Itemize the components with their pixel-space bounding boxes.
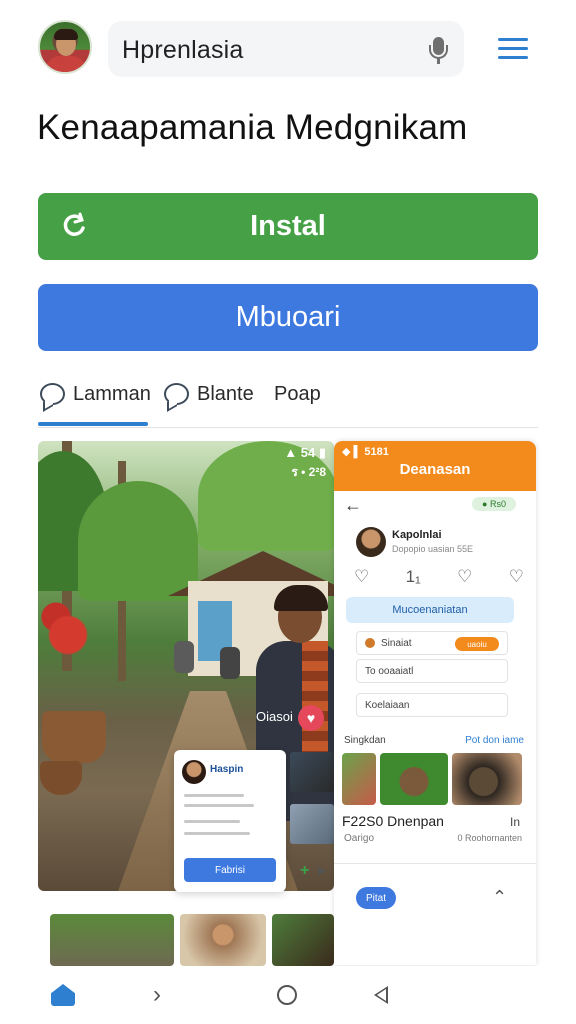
open-button[interactable]: Mbuoari [38, 284, 538, 351]
chevron-right-icon[interactable]: › [140, 978, 174, 1012]
tab-bar: Lamman Blante Poap [38, 370, 538, 428]
avatar-hair [54, 29, 78, 40]
chat-bubble-icon [40, 383, 65, 405]
red-plant [38, 581, 98, 671]
mini-profile-card[interactable]: Haspin Fabrisi [174, 750, 286, 892]
primary-action-button[interactable]: Mucoenaniatan [346, 597, 514, 623]
active-tab-indicator [38, 422, 148, 426]
search-bar[interactable]: Hprenlasia [108, 21, 464, 77]
top-header: Hprenlasia [0, 0, 576, 100]
chat-bubble-icon [164, 383, 189, 405]
thumbnail[interactable] [50, 914, 174, 966]
heart-icon[interactable]: ♥ [298, 705, 324, 731]
heart-icon[interactable]: ♡ [509, 567, 524, 587]
section-link[interactable]: Pot don iame [465, 735, 524, 746]
list-item[interactable]: Sinaiat uaoiu [356, 631, 508, 655]
bottom-button[interactable]: Pitat [356, 887, 396, 909]
open-button-label: Mbuoari [235, 301, 341, 333]
status-badge: uaoiu [455, 637, 499, 651]
caption: Oarigo [344, 833, 375, 844]
price-right-label: In [509, 815, 520, 829]
chevron-up-icon[interactable]: ⌃ [492, 887, 507, 908]
avatar [182, 760, 206, 784]
heart-icon[interactable]: ♡ [457, 567, 472, 587]
back-triangle-icon[interactable] [364, 978, 398, 1012]
circle-home-icon[interactable] [270, 978, 304, 1012]
status-pill: ● Rs0 [472, 497, 516, 511]
avatar-shirt [46, 56, 86, 72]
tab-poap[interactable]: Poap [274, 374, 321, 414]
tab-blante[interactable]: Blante [164, 374, 254, 414]
tab-label: Blante [197, 382, 254, 405]
list-item[interactable]: To ooaaiatl [356, 659, 508, 683]
microphone-icon[interactable] [428, 37, 448, 65]
arrow-label: ▶ [318, 865, 327, 877]
price-label: F22S0 Dnenpan [342, 813, 444, 829]
back-arrow-icon[interactable]: ← [344, 495, 362, 516]
profile-name: Kapolnlai [392, 529, 442, 541]
install-button-label: Instal [250, 210, 326, 242]
home-icon[interactable] [46, 978, 80, 1012]
app-header-bar: ◆ ▌ 5181 Deanasan [334, 441, 536, 491]
screen-title: Deanasan [399, 461, 471, 478]
mini-card-name: Haspin [210, 764, 244, 775]
plus-icon[interactable]: + [300, 862, 309, 880]
hamburger-menu-icon[interactable] [496, 36, 530, 62]
section-title: Singkdan [344, 735, 386, 746]
tab-label: Poap [274, 382, 321, 405]
status-bar: ◆ ▌ 5181 [342, 446, 389, 458]
list-item[interactable]: Koelaiaan [356, 693, 508, 717]
install-button[interactable]: Instal [38, 193, 538, 260]
user-avatar[interactable] [38, 20, 92, 74]
overlay-tag: Oiasoi [256, 709, 293, 724]
mini-thumbnails [290, 752, 334, 892]
caption-right: 0 Roohornanten [457, 833, 522, 843]
avatar [356, 527, 386, 557]
mini-card-button[interactable]: Fabrisi [184, 858, 276, 882]
thumbnail[interactable] [272, 914, 334, 966]
search-input-text[interactable]: Hprenlasia [122, 36, 244, 65]
tab-lamman[interactable]: Lamman [40, 374, 151, 414]
refresh-icon [63, 212, 85, 236]
thumbnail-row [342, 753, 528, 805]
profile-subtitle: Dopopio uasian 55E [392, 544, 474, 554]
action-icons-row: ♡ 1₁ ♡ ♡ [354, 565, 524, 589]
count-label: 1₁ [405, 567, 421, 586]
tab-label: Lamman [73, 382, 151, 405]
app-title: Kenaapamania Medgnikam [37, 108, 468, 147]
bottom-nav-bar: › [0, 966, 576, 1024]
heart-icon[interactable]: ♡ [354, 567, 369, 587]
status-indicators: ▲ 54 ▮ [284, 445, 326, 460]
item-icon [365, 638, 375, 648]
thumbnail[interactable] [180, 914, 266, 966]
screenshot-app-ui[interactable]: ◆ ▌ 5181 Deanasan ← ● Rs0 Kapolnlai Dopo… [334, 441, 536, 965]
status-time: ร • 2²8 [291, 465, 326, 479]
